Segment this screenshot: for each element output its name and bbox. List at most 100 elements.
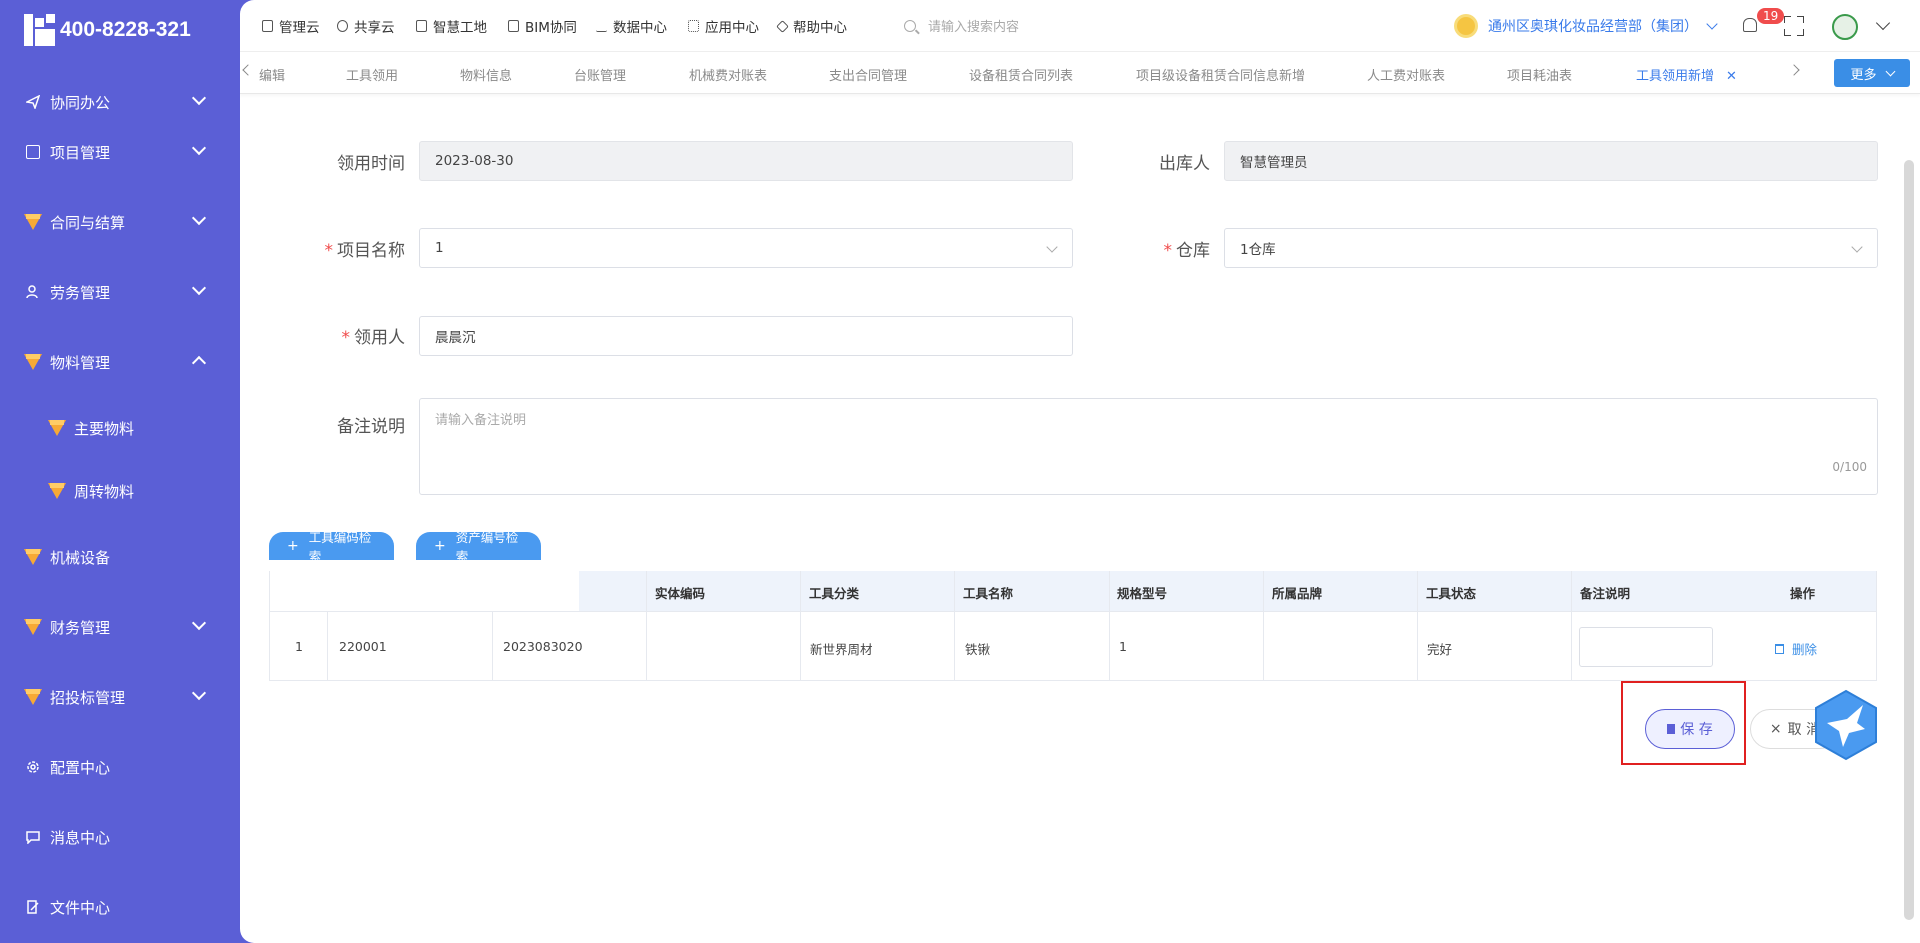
sidebar-item-files[interactable]: 文件中心 (0, 885, 240, 929)
table-header: 实体编码 工具分类 工具名称 规格型号 所属品牌 工具状态 备注说明 操作 (579, 571, 1877, 611)
tab-machine-fee[interactable]: 机械费对账表 (689, 65, 767, 84)
sidebar-item-collab[interactable]: 协同办公 (0, 80, 240, 124)
chevron-down-icon (1706, 18, 1718, 30)
close-icon: × (1769, 721, 1782, 737)
remark-textarea[interactable]: 请输入备注说明 0/100 (419, 398, 1878, 495)
chevron-down-icon (1046, 241, 1058, 253)
warehouse-select[interactable]: 1仓库 (1224, 228, 1878, 268)
chevron-down-icon (191, 140, 207, 156)
tool-code-search-button[interactable]: + 工具编码检索 (269, 532, 394, 560)
scrollbar[interactable] (1904, 160, 1914, 920)
receiver-label-text: 领用人 (354, 328, 405, 348)
tab-fuel[interactable]: 项目耗油表 (1507, 65, 1572, 84)
sidebar-item-label: 合同与结算 (50, 213, 126, 232)
topnav-help-center[interactable]: 帮助中心 (776, 16, 847, 36)
page-icon (508, 20, 519, 32)
remark-char-count: 0/100 (1832, 460, 1867, 474)
topnav-app-center[interactable]: 应用中心 (688, 16, 759, 36)
search-placeholder: 请输入搜索内容 (928, 20, 1020, 35)
sidebar-item-label: 机械设备 (50, 548, 111, 567)
row-remark-input[interactable] (1579, 627, 1713, 667)
topnav-bim[interactable]: BIM协同 (508, 16, 577, 36)
topnav-management-cloud[interactable]: 管理云 (262, 16, 320, 36)
plus-icon: + (434, 538, 446, 554)
receiver-input[interactable]: 晨晨沉 (419, 316, 1073, 356)
topnav-shared-cloud[interactable]: 共享云 (337, 16, 395, 36)
topnav-data-center[interactable]: 数据中心 (596, 16, 667, 36)
project-name-select[interactable]: 1 (419, 228, 1073, 268)
sidebar-item-config[interactable]: 配置中心 (0, 745, 240, 789)
more-button[interactable]: 更多 (1834, 59, 1910, 87)
save-button[interactable]: 保 存 (1645, 709, 1735, 749)
assistant-bird-icon[interactable] (1813, 689, 1879, 761)
plus-icon: + (287, 538, 299, 554)
tab-label: 工具领用新增 (1636, 69, 1715, 84)
th-actions: 操作 (1790, 586, 1816, 601)
sidebar-item-contract[interactable]: 合同与结算 (0, 200, 240, 244)
tab-ledger[interactable]: 台账管理 (574, 65, 626, 84)
chevron-right-icon[interactable] (1788, 64, 1800, 76)
remark-placeholder: 请输入备注说明 (435, 413, 527, 428)
chevron-left-icon[interactable] (242, 64, 254, 76)
sidebar-item-label: 配置中心 (50, 758, 111, 777)
th-remark: 备注说明 (1580, 586, 1631, 601)
topnav-label: 数据中心 (613, 20, 667, 36)
sidebar-item-finance[interactable]: 财务管理 (0, 605, 240, 649)
fullscreen-icon[interactable] (1784, 16, 1804, 36)
tab-edit[interactable]: 编辑 (259, 65, 285, 84)
sidebar-item-label: 项目管理 (50, 143, 111, 162)
cell-asset-no: 2023083020 (503, 639, 583, 654)
logo-phone: 400-8228-321 (60, 18, 191, 41)
required-mark: * (324, 241, 334, 261)
search-input[interactable]: 请输入搜索内容 (904, 16, 1019, 35)
tab-tool-issue[interactable]: 工具领用 (346, 65, 398, 84)
file-edit-icon (24, 898, 42, 916)
delete-label: 删除 (1792, 642, 1818, 657)
outbound-person-field: 智慧管理员 (1224, 141, 1878, 181)
close-icon[interactable]: ✕ (1726, 69, 1737, 84)
asset-code-search-button[interactable]: + 资产编号检索 (416, 532, 541, 560)
issue-time-label: 领用时间 (337, 154, 405, 174)
sidebar-item-material[interactable]: 物料管理 (0, 340, 240, 384)
delete-button[interactable]: 删除 (1775, 639, 1817, 658)
th-tool-name: 工具名称 (963, 586, 1014, 601)
sidebar-item-message[interactable]: 消息中心 (0, 815, 240, 859)
chevron-up-icon (191, 355, 207, 371)
diamond-icon (24, 213, 42, 231)
tab-equipment-lease-list[interactable]: 设备租赁合同列表 (969, 65, 1073, 84)
book-icon (24, 143, 42, 161)
cell-tool-name: 铁锹 (965, 642, 991, 657)
sidebar-item-label: 消息中心 (50, 828, 111, 847)
logo-mark-icon (24, 14, 56, 46)
asset-code-search-label: 资产编号检索 (455, 532, 519, 560)
tab-tool-issue-add[interactable]: 工具领用新增 ✕ (1636, 65, 1737, 84)
topnav-smart-site[interactable]: 智慧工地 (416, 16, 487, 36)
sidebar-item-machinery[interactable]: 机械设备 (0, 535, 240, 579)
th-brand: 所属品牌 (1272, 586, 1323, 601)
sidebar-item-label: 招投标管理 (50, 688, 126, 707)
issue-time-field: 2023-08-30 (419, 141, 1073, 181)
tab-expense-contract[interactable]: 支出合同管理 (829, 65, 907, 84)
sidebar-item-project[interactable]: 项目管理 (0, 130, 240, 174)
tab-labor-fee[interactable]: 人工费对账表 (1367, 65, 1445, 84)
outbound-person-label: 出库人 (1159, 154, 1210, 174)
sidebar-item-label: 财务管理 (50, 618, 111, 637)
gear-icon (24, 758, 42, 776)
avatar[interactable] (1832, 14, 1858, 40)
trash-icon (1775, 643, 1784, 654)
chevron-down-icon (191, 280, 207, 296)
tab-material-info[interactable]: 物料信息 (460, 65, 512, 84)
tab-equipment-lease-add[interactable]: 项目级设备租赁合同信息新增 (1136, 65, 1305, 84)
sidebar-item-turnover-material[interactable]: 周转物料 (0, 469, 240, 513)
sidebar-item-labor[interactable]: 劳务管理 (0, 270, 240, 314)
sidebar-item-bidding[interactable]: 招投标管理 (0, 675, 240, 719)
topnav-label: 应用中心 (705, 20, 759, 36)
sidebar-item-label: 周转物料 (74, 482, 135, 501)
chevron-down-icon[interactable] (1875, 15, 1891, 31)
org-selector[interactable]: 通州区奥琪化妆品经营部（集团） (1454, 14, 1718, 38)
bell-icon[interactable] (1743, 18, 1757, 32)
send-icon (24, 93, 42, 111)
main-panel: 管理云 共享云 智慧工地 BIM协同 数据中心 应用中心 帮助中心 请输入搜索内… (240, 0, 1920, 943)
sidebar-item-main-material[interactable]: 主要物料 (0, 406, 240, 450)
logo[interactable]: 400-8228-321 (24, 12, 191, 48)
